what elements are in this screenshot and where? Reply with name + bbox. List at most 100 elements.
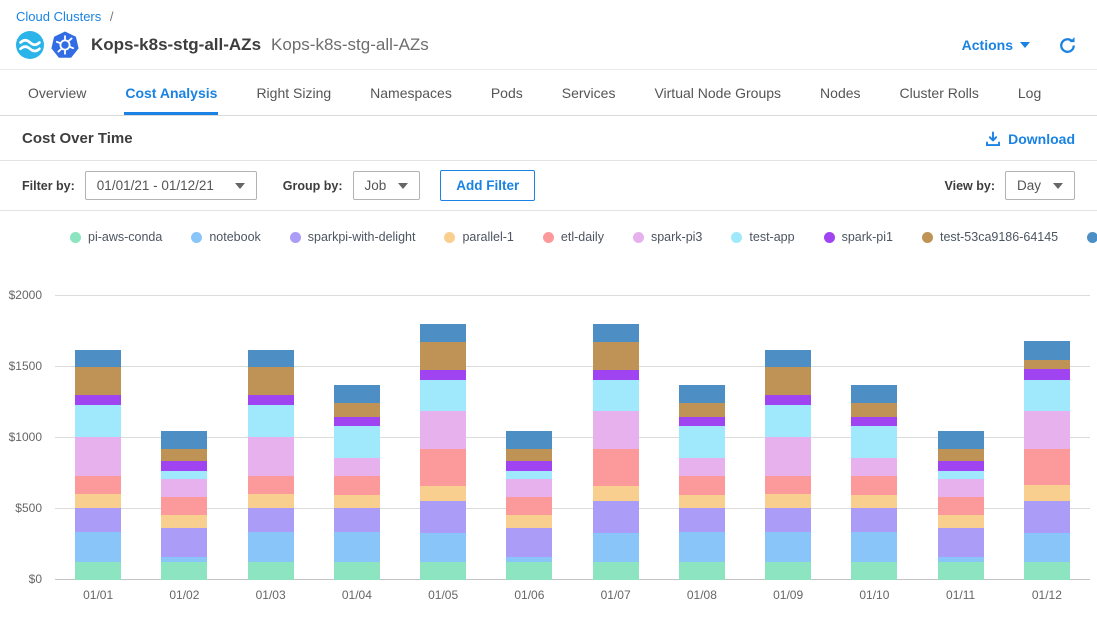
bar-segment-test-pkix[interactable] — [593, 324, 639, 342]
bar-segment-sparkpi-with-delight[interactable] — [679, 508, 725, 533]
bar-segment-test-53ca9186-64145[interactable] — [161, 449, 207, 462]
bar-segment-pi-aws-conda[interactable] — [851, 562, 897, 580]
bar-segment-notebook[interactable] — [334, 532, 380, 562]
legend-item-test-app[interactable]: test-app — [731, 230, 794, 244]
bar-segment-spark-pi1[interactable] — [679, 417, 725, 426]
bar-segment-test-53ca9186-64145[interactable] — [593, 342, 639, 370]
legend-item-notebook[interactable]: notebook — [191, 230, 260, 244]
bar-segment-test-pkix[interactable] — [851, 385, 897, 403]
bar-segment-sparkpi-with-delight[interactable] — [334, 508, 380, 533]
bar-segment-test-53ca9186-64145[interactable] — [851, 403, 897, 416]
bar-segment-notebook[interactable] — [851, 532, 897, 562]
date-range-select[interactable]: 01/01/21 - 01/12/21 — [85, 171, 257, 200]
bar-segment-pi-aws-conda[interactable] — [765, 562, 811, 580]
legend-item-sparkpi-with-delight[interactable]: sparkpi-with-delight — [290, 230, 416, 244]
view-by-select[interactable]: Day — [1005, 171, 1075, 200]
bar-segment-test-app[interactable] — [161, 471, 207, 478]
bar-segment-spark-pi3[interactable] — [765, 437, 811, 475]
bar-segment-spark-pi1[interactable] — [75, 395, 121, 404]
legend-item-test-pkix[interactable]: test-pkix — [1087, 230, 1097, 244]
bar-segment-etl-daily[interactable] — [851, 476, 897, 494]
bar-segment-test-app[interactable] — [334, 426, 380, 458]
legend-item-spark-pi1[interactable]: spark-pi1 — [824, 230, 893, 244]
bar-segment-test-53ca9186-64145[interactable] — [1024, 360, 1070, 369]
bar-segment-etl-daily[interactable] — [593, 449, 639, 486]
bar-segment-pi-aws-conda[interactable] — [161, 562, 207, 580]
bar-segment-sparkpi-with-delight[interactable] — [506, 528, 552, 556]
bar-segment-sparkpi-with-delight[interactable] — [248, 508, 294, 532]
bar-segment-test-53ca9186-64145[interactable] — [679, 403, 725, 416]
bar-segment-notebook[interactable] — [248, 532, 294, 562]
bar-segment-test-pkix[interactable] — [248, 350, 294, 367]
bar-segment-parallel-1[interactable] — [851, 495, 897, 508]
bar-segment-test-app[interactable] — [506, 471, 552, 478]
bar-segment-sparkpi-with-delight[interactable] — [593, 501, 639, 533]
bar-segment-notebook[interactable] — [1024, 533, 1070, 562]
bar-segment-etl-daily[interactable] — [248, 476, 294, 494]
bar-segment-spark-pi1[interactable] — [1024, 369, 1070, 380]
bar-segment-spark-pi1[interactable] — [593, 370, 639, 380]
bar-segment-test-53ca9186-64145[interactable] — [765, 367, 811, 395]
bar-segment-pi-aws-conda[interactable] — [75, 562, 121, 580]
bar-segment-parallel-1[interactable] — [938, 515, 984, 528]
bar-segment-notebook[interactable] — [765, 532, 811, 562]
bar-segment-test-app[interactable] — [1024, 380, 1070, 411]
legend-item-parallel-1[interactable]: parallel-1 — [444, 230, 513, 244]
bar-segment-test-app[interactable] — [765, 405, 811, 438]
bar-segment-sparkpi-with-delight[interactable] — [420, 501, 466, 533]
bar-segment-test-app[interactable] — [75, 405, 121, 438]
bar-segment-pi-aws-conda[interactable] — [938, 562, 984, 580]
bar-segment-test-pkix[interactable] — [420, 324, 466, 342]
legend-item-etl-daily[interactable]: etl-daily — [543, 230, 604, 244]
bar-segment-sparkpi-with-delight[interactable] — [765, 508, 811, 532]
bar-segment-spark-pi3[interactable] — [420, 411, 466, 449]
bar-segment-pi-aws-conda[interactable] — [506, 562, 552, 580]
bar-segment-spark-pi1[interactable] — [420, 370, 466, 380]
refresh-button[interactable] — [1058, 36, 1077, 55]
bar-segment-spark-pi3[interactable] — [506, 479, 552, 497]
tab-pods[interactable]: Pods — [490, 70, 524, 115]
bar-segment-spark-pi1[interactable] — [506, 461, 552, 471]
group-by-select[interactable]: Job — [353, 171, 421, 200]
bar-segment-etl-daily[interactable] — [679, 476, 725, 494]
bar-segment-spark-pi3[interactable] — [679, 458, 725, 476]
bar-segment-parallel-1[interactable] — [679, 495, 725, 508]
add-filter-button[interactable]: Add Filter — [440, 170, 535, 201]
actions-button[interactable]: Actions — [962, 37, 1030, 53]
bar-segment-spark-pi1[interactable] — [938, 461, 984, 471]
bar-segment-etl-daily[interactable] — [1024, 449, 1070, 485]
bar-segment-test-pkix[interactable] — [161, 431, 207, 449]
bar-segment-test-app[interactable] — [938, 471, 984, 478]
bar-segment-etl-daily[interactable] — [420, 449, 466, 486]
bar-segment-spark-pi1[interactable] — [161, 461, 207, 471]
bar-segment-sparkpi-with-delight[interactable] — [75, 508, 121, 532]
bar-segment-parallel-1[interactable] — [75, 494, 121, 508]
bar-segment-test-pkix[interactable] — [334, 385, 380, 403]
bar-segment-parallel-1[interactable] — [248, 494, 294, 508]
legend-item-pi-aws-conda[interactable]: pi-aws-conda — [70, 230, 162, 244]
bar-segment-spark-pi3[interactable] — [1024, 411, 1070, 449]
bar-segment-test-53ca9186-64145[interactable] — [75, 367, 121, 395]
legend-item-spark-pi3[interactable]: spark-pi3 — [633, 230, 702, 244]
bar-segment-parallel-1[interactable] — [506, 515, 552, 528]
bar-segment-test-pkix[interactable] — [938, 431, 984, 449]
bar-segment-notebook[interactable] — [420, 533, 466, 562]
bar-segment-spark-pi3[interactable] — [593, 411, 639, 449]
tab-log[interactable]: Log — [1017, 70, 1042, 115]
bar-segment-spark-pi3[interactable] — [161, 479, 207, 497]
bar-segment-etl-daily[interactable] — [75, 476, 121, 494]
bar-segment-pi-aws-conda[interactable] — [334, 562, 380, 580]
bar-segment-test-53ca9186-64145[interactable] — [506, 449, 552, 462]
bar-segment-parallel-1[interactable] — [765, 494, 811, 508]
tab-virtual-node-groups[interactable]: Virtual Node Groups — [653, 70, 782, 115]
bar-segment-spark-pi3[interactable] — [334, 458, 380, 476]
bar-segment-notebook[interactable] — [75, 532, 121, 562]
bar-segment-etl-daily[interactable] — [938, 497, 984, 515]
bar-segment-sparkpi-with-delight[interactable] — [851, 508, 897, 533]
bar-segment-test-pkix[interactable] — [1024, 341, 1070, 360]
tab-overview[interactable]: Overview — [27, 70, 87, 115]
bar-segment-notebook[interactable] — [593, 533, 639, 562]
bar-segment-pi-aws-conda[interactable] — [1024, 562, 1070, 580]
bar-segment-sparkpi-with-delight[interactable] — [161, 528, 207, 556]
bar-segment-spark-pi1[interactable] — [765, 395, 811, 404]
